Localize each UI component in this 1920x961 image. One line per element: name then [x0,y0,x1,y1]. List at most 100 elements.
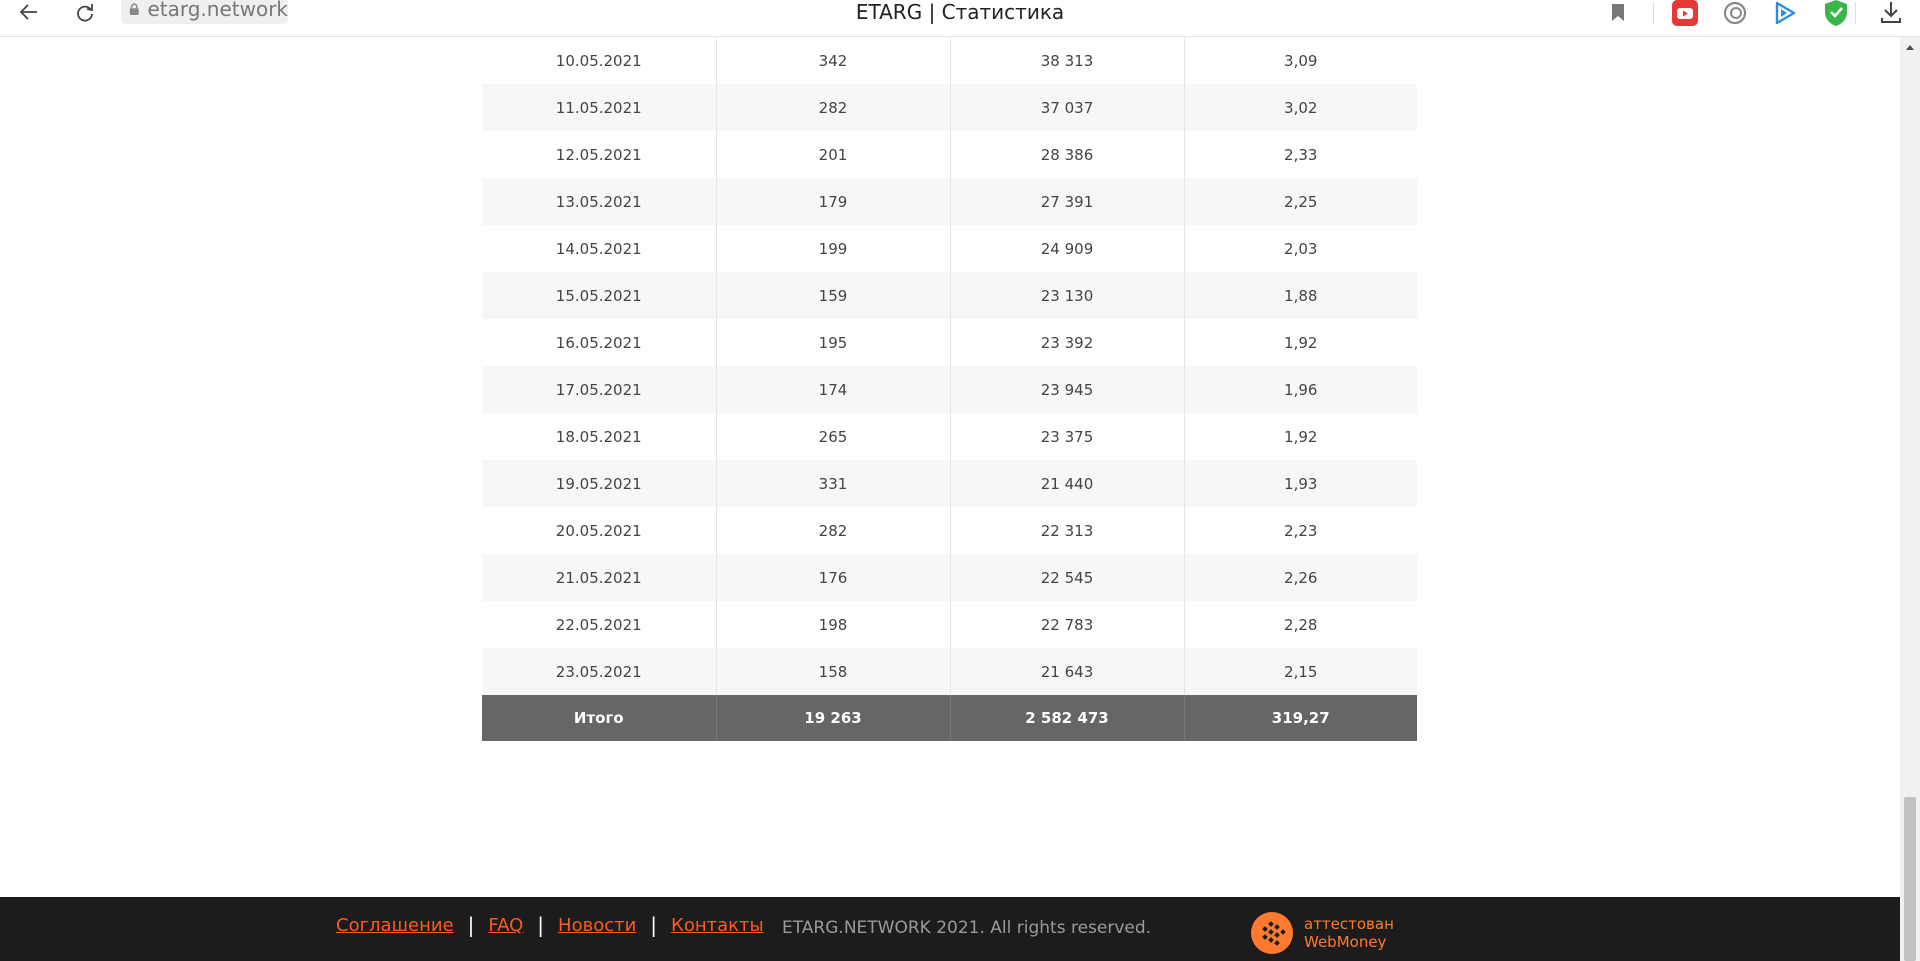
amount-cell: 23 945 [949,366,1184,413]
shield-check-icon [1825,0,1847,26]
table-row: 14.05.2021 199 24 909 2,03 [482,225,1417,272]
downloads-button[interactable] [1876,0,1906,26]
amount-cell: 37 037 [949,84,1184,131]
browser-toolbar: etarg.network ETARG | Статистика [0,0,1920,37]
date-cell: 19.05.2021 [482,460,716,507]
date-cell: 23.05.2021 [482,648,716,695]
value-cell: 1,92 [1183,413,1417,460]
value-cell: 2,03 [1183,225,1417,272]
table-row: 11.05.2021 282 37 037 3,02 [482,84,1417,131]
date-cell: 16.05.2021 [555,333,642,352]
table-row: 18.05.2021 265 23 375 1,92 [482,413,1417,460]
value-cell: 2,25 [1183,178,1417,225]
count-cell: 199 [715,225,950,272]
amount-cell: 22 783 [949,601,1184,648]
date-cell: 12.05.2021 [555,145,642,164]
vertical-scrollbar[interactable] [1900,37,1920,961]
amount-cell: 21 643 [949,648,1184,695]
webmoney-badge[interactable]: аттестован WebMoney [1250,911,1394,955]
date-cell: 17.05.2021 [482,366,716,413]
date-cell: 11.05.2021 [482,84,716,131]
amount-cell: 22 545 [949,554,1184,601]
count-cell: 198 [715,601,950,648]
toolbar-divider [1855,2,1856,24]
count-cell: 331 [715,460,950,507]
value-cell: 1,96 [1183,366,1417,413]
amount-cell: 22 313 [949,507,1184,554]
footer-separator: | [467,913,475,937]
amount-cell: 24 909 [949,225,1184,272]
value-cell: 1,93 [1183,460,1417,507]
youtube-icon [1672,0,1698,26]
total-count-cell: 19 263 [715,695,950,741]
table-row: 21.05.2021 176 22 545 2,26 [482,554,1417,601]
amount-cell: 27 391 [949,178,1184,225]
count-cell: 176 [715,554,950,601]
amount-cell: 28 386 [949,131,1184,178]
toolbar-divider [1653,2,1654,24]
value-cell: 2,15 [1183,648,1417,695]
statistics-table: 10.05.2021 342 38 313 3,09 11.05.2021 282 37 0… [482,37,1417,741]
count-cell: 195 [715,319,950,366]
total-row: Итого 19 263 2 582 473 319,27 [482,695,1417,741]
table-row: 16.05.2021 195 23 392 1,92 [482,319,1417,366]
table-row: 22.05.2021 198 22 783 2,28 [482,601,1417,648]
amount-cell: 38 313 [949,37,1184,84]
amount-cell: 21 440 [949,460,1184,507]
table-row: 10.05.2021 342 38 313 3,09 [482,37,1417,84]
player-extension[interactable] [1770,0,1800,26]
value-cell: 3,02 [1183,84,1417,131]
table-row: 23.05.2021 158 21 643 2,15 [482,648,1417,695]
agreement-link[interactable]: Соглашение [336,915,454,936]
badge-line-1: аттестован [1304,915,1394,933]
count-cell: 282 [715,84,950,131]
webmoney-logo-icon [1251,912,1293,954]
count-cell: 174 [715,366,950,413]
count-cell: 179 [715,178,950,225]
value-cell: 2,26 [1183,554,1417,601]
table-row: 19.05.2021 331 21 440 1,93 [482,460,1417,507]
footer-separator: | [537,913,545,937]
scrollbar-thumb[interactable] [1904,797,1916,961]
date-cell: 21.05.2021 [482,554,716,601]
contacts-link[interactable]: Контакты [671,915,764,936]
value-cell: 2,28 [1183,601,1417,648]
value-cell: 2,23 [1183,507,1417,554]
date-cell: 10.05.2021 [555,51,642,70]
bookmark-icon [1612,4,1624,21]
date-cell: 15.05.2021 [482,272,716,319]
table-row: 12.05.2021 201 28 386 2,33 [482,131,1417,178]
value-cell: 2,33 [1183,131,1417,178]
faq-link[interactable]: FAQ [488,915,523,936]
total-value-cell: 319,27 [1183,695,1417,741]
date-cell: 20.05.2021 [555,521,642,540]
download-icon [1881,2,1901,23]
copyright-text: ETARG.NETWORK 2021. All rights reserved. [782,918,1152,938]
scroll-up-arrow-icon[interactable] [1905,43,1915,51]
table-row: 13.05.2021 179 27 391 2,25 [482,178,1417,225]
play-icon [1775,1,1796,25]
count-cell: 265 [715,413,950,460]
news-link[interactable]: Новости [558,915,636,936]
amount-cell: 23 375 [949,413,1184,460]
date-cell: 13.05.2021 [482,178,716,225]
site-footer: Соглашение | FAQ | Новости | Контакты ET… [0,897,1900,961]
value-cell: 1,92 [1183,319,1417,366]
count-cell: 158 [715,648,950,695]
badge-line-2: WebMoney [1304,933,1387,951]
count-cell: 201 [715,131,950,178]
value-cell: 1,88 [1183,272,1417,319]
value-cell: 3,09 [1183,37,1417,84]
count-cell: 342 [715,37,950,84]
aria-extension[interactable] [1720,0,1750,26]
total-amount-cell: 2 582 473 [949,695,1184,741]
bookmark-button[interactable] [1603,0,1633,26]
footer-separator: | [650,913,658,937]
count-cell: 282 [715,507,950,554]
aria-icon [1723,1,1747,25]
date-cell: 18.05.2021 [555,427,642,446]
youtube-extension[interactable] [1670,0,1700,26]
adblock-extension[interactable] [1821,0,1851,26]
date-cell: 22.05.2021 [555,615,642,634]
table-row: 20.05.2021 282 22 313 2,23 [482,507,1417,554]
